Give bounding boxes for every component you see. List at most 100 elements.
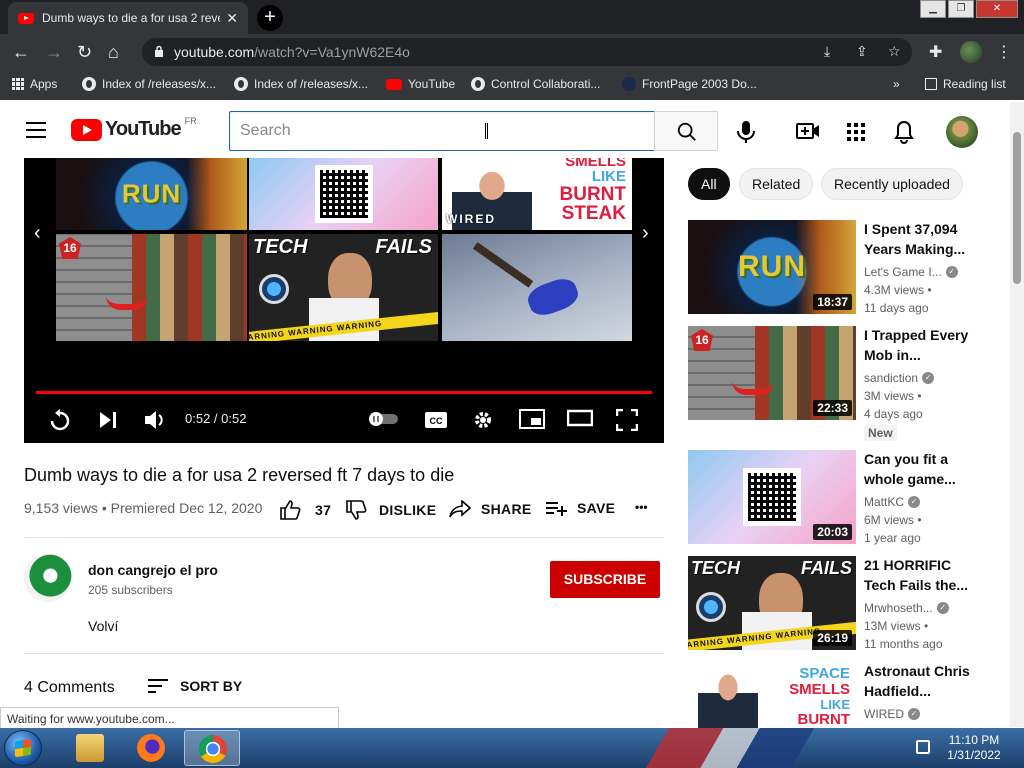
verified-check-icon: ✓ [922,372,935,384]
create-video-icon[interactable] [796,122,820,140]
next-video-icon[interactable] [97,409,119,431]
browser-menu-icon[interactable]: ⋮ [996,42,1012,62]
person-graphic [698,669,758,728]
save-button[interactable]: SAVE [545,500,615,516]
taskbar-firefox[interactable] [123,730,179,766]
chip-related[interactable]: Related [739,168,814,200]
verified-check-icon: ✓ [945,266,958,278]
rec-thumbnail[interactable]: TECH FAILS WARNING WARNING WARNING 26:19 [688,556,856,650]
minimize-button[interactable]: ▁ [920,0,946,18]
rec-channel[interactable]: MattKC ✓ [864,495,921,509]
youtube-logo[interactable]: YouTube FR [71,116,197,141]
share-page-icon[interactable]: ⇪ [856,43,868,60]
channel-name[interactable]: don cangrejo el pro [88,562,218,578]
browser-tab-active[interactable]: Dumb ways to die a for usa 2 reversed ft… [8,2,248,34]
scrollbar-thumb[interactable] [1013,132,1021,284]
start-button[interactable] [4,730,42,766]
endscreen-thumb-qr[interactable] [249,158,438,230]
endscreen-next-icon[interactable]: › [642,222,649,245]
back-arrow-icon[interactable]: ← [12,42,30,62]
sort-by-button[interactable]: SORT BY [148,678,242,694]
hamburger-menu-icon[interactable] [26,122,46,138]
rec-title[interactable]: Can you fit a whole game... [864,449,984,489]
search-input-container[interactable] [229,111,655,151]
channel-avatar[interactable] [24,554,72,602]
page-scrollbar[interactable] [1010,102,1024,727]
profile-avatar[interactable] [960,41,982,63]
share-button[interactable]: SHARE [449,500,532,518]
install-app-icon[interactable]: ⤓ [824,43,830,60]
search-input[interactable] [230,112,654,150]
like-button[interactable]: 37 [279,500,331,520]
endscreen-thumb-run[interactable]: RUN [56,158,247,230]
search-button[interactable] [654,111,718,151]
rec-channel[interactable]: Let's Game I... ✓ [864,265,958,279]
reload-icon[interactable]: ↻ [77,42,92,62]
fullscreen-icon[interactable] [616,409,638,431]
subscribe-button[interactable]: SUBSCRIBE [550,561,660,598]
rec-title[interactable]: Astronaut Chris Hadfield... [864,661,984,701]
new-badge: New [864,425,897,441]
reading-list-button[interactable]: Reading list [925,77,1006,91]
volume-icon[interactable] [143,409,167,431]
bookmarks-overflow-button[interactable]: » [893,77,900,91]
rec-views: 13M views • [864,619,929,633]
rec-channel[interactable]: sandiction ✓ [864,371,935,385]
chip-all[interactable]: All [688,168,730,200]
taskbar-chrome[interactable] [184,730,240,766]
settings-gear-icon[interactable] [472,409,494,431]
bookmark-star-icon[interactable]: ☆ [888,43,901,60]
bookmark-youtube[interactable]: YouTube [386,77,455,91]
restore-button[interactable]: ❐ [948,0,974,18]
rec-title[interactable]: 21 HORRIFIC Tech Fails the... [864,555,984,595]
more-actions-button[interactable]: ••• [635,500,648,514]
tab-close-icon[interactable]: ✕ [226,10,238,27]
globe-icon [234,77,248,91]
bookmark-apps[interactable]: Apps [12,77,57,91]
forward-arrow-icon[interactable]: → [45,42,63,62]
window-close-button[interactable]: ✕ [976,0,1018,18]
home-icon[interactable]: ⌂ [108,42,119,62]
endscreen-thumb-steak[interactable]: SMELLS LIKE BURNT STEAK WIRED [442,158,632,230]
bookmark-control-collaboration[interactable]: Control Collaborati... [471,77,600,91]
new-tab-button[interactable]: + [257,5,283,31]
lock-icon[interactable] [154,45,164,57]
endscreen-thumb-ragdoll[interactable] [442,234,632,341]
rec-title[interactable]: I Trapped Every Mob in... [864,325,984,365]
bookmark-frontpage[interactable]: FrontPage 2003 Do... [622,77,757,91]
replay-icon[interactable] [48,409,72,433]
autoplay-toggle[interactable] [366,411,402,427]
rec-thumbnail[interactable]: RUN 18:37 [688,220,856,314]
theater-mode-icon[interactable] [567,409,593,427]
time-display: 0:52 / 0:52 [185,411,247,426]
video-player[interactable]: RUN SMELLS LIKE BURNT STEAK WIRED 16 TEC… [24,158,664,443]
address-bar[interactable]: youtube.com/watch?v=Va1ynW62E4o ⤓ ⇪ ☆ [142,38,912,66]
extensions-puzzle-icon[interactable]: ✚ [929,42,942,62]
rec-channel[interactable]: WIRED ✓ [864,707,920,721]
thumb-text: LIKE [820,697,850,712]
bookmark-index-releases-2[interactable]: Index of /releases/x... [234,77,368,91]
rec-thumbnail[interactable]: 20:03 [688,450,856,544]
taskbar-explorer[interactable] [62,730,118,766]
apps-grid-icon[interactable] [846,122,866,142]
notifications-bell-icon[interactable] [894,120,914,144]
rec-thumbnail[interactable]: SPACE SMELLS LIKE BURNT [688,662,856,728]
dislike-button[interactable]: DISLIKE [345,500,436,520]
text-cursor-icon [485,123,488,139]
chip-recently-uploaded[interactable]: Recently uploaded [821,168,963,200]
microphone-icon[interactable] [736,120,756,144]
endscreen-prev-icon[interactable]: ‹ [34,222,41,245]
endscreen-thumb-minecraft[interactable]: 16 [56,234,247,341]
system-clock[interactable]: 11:10 PM 1/31/2022 [938,733,1010,763]
miniplayer-icon[interactable] [519,409,545,429]
bookmark-index-releases-1[interactable]: Index of /releases/x... [82,77,216,91]
captions-icon[interactable]: CC [424,411,448,429]
divider [24,653,664,654]
rec-channel[interactable]: Mrwhoseth... ✓ [864,601,949,615]
rec-thumbnail[interactable]: 16 22:33 [688,326,856,420]
network-icon[interactable] [916,740,930,754]
rec-title[interactable]: I Spent 37,094 Years Making... [864,219,984,259]
endscreen-thumb-tech[interactable]: TECH FAILS WARNING WARNING WARNING [249,234,438,341]
account-avatar[interactable] [946,116,978,148]
progress-bar[interactable] [36,391,652,394]
